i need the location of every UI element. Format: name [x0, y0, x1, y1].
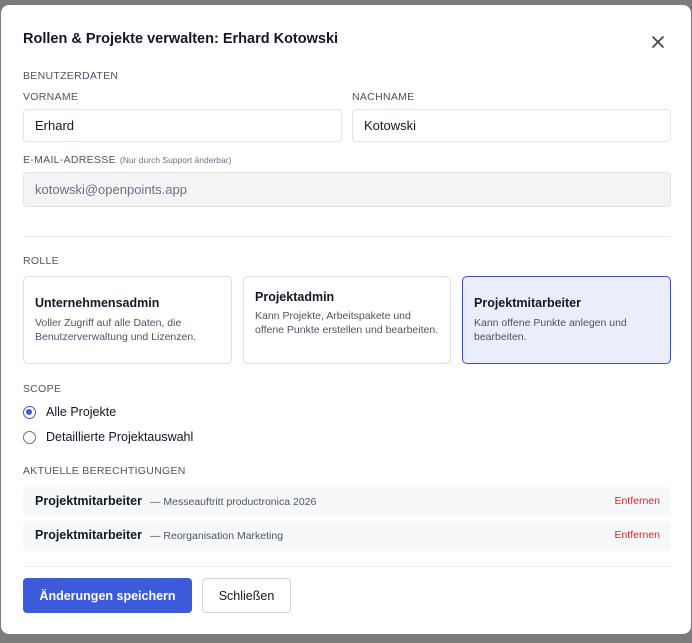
permission-role: Projektmitarbeiter	[35, 528, 142, 542]
close-dialog-button[interactable]: Schließen	[202, 578, 291, 613]
role-card-unternehmensadmin[interactable]: Unternehmensadmin Voller Zugriff auf all…	[23, 276, 232, 364]
email-field: kotowski@openpoints.app	[23, 172, 671, 207]
remove-permission-button[interactable]: Entfernen	[614, 495, 660, 507]
role-name: Projektadmin	[255, 290, 335, 304]
role-name: Projektmitarbeiter	[474, 296, 581, 310]
scope-section-label: SCOPE	[23, 383, 62, 395]
role-name: Unternehmensadmin	[35, 296, 160, 310]
role-description: Kann Projekte, Arbeitspakete und offene …	[255, 310, 439, 336]
role-dialog: Rollen & Projekte verwalten: Erhard Koto…	[1, 5, 691, 634]
permission-project: — Messeauftritt productronica 2026	[150, 496, 317, 508]
permission-role: Projektmitarbeiter	[35, 494, 142, 508]
role-description: Voller Zugriff auf alle Daten, die Benut…	[35, 317, 197, 343]
scope-option-detailed-selection[interactable]: Detaillierte Projektauswahl	[23, 430, 193, 444]
scope-option-label: Detaillierte Projektauswahl	[46, 430, 194, 444]
scope-option-label: Alle Projekte	[46, 405, 117, 419]
role-card-projektadmin[interactable]: Projektadmin Kann Projekte, Arbeitspaket…	[243, 276, 451, 364]
first-name-field[interactable]: Erhard	[23, 109, 342, 142]
email-label-text: E-MAIL-ADRESSE	[23, 154, 116, 166]
last-name-field[interactable]: Kotowski	[352, 109, 671, 142]
scope-option-all-projects[interactable]: Alle Projekte	[23, 405, 116, 419]
role-card-projektmitarbeiter[interactable]: Projektmitarbeiter Kann offene Punkte an…	[462, 276, 671, 364]
first-name-label: VORNAME	[23, 91, 79, 103]
role-description: Kann offene Punkte anlegen und bearbeite…	[474, 317, 627, 343]
radio-unchecked[interactable]	[23, 430, 36, 444]
permission-row: Projektmitarbeiter — Messeauftritt produ…	[23, 487, 671, 517]
remove-permission-button[interactable]: Entfernen	[614, 529, 660, 541]
role-section-label: ROLLE	[23, 255, 59, 267]
radio-checked[interactable]	[23, 405, 36, 419]
save-button[interactable]: Änderungen speichern	[23, 578, 192, 613]
permissions-section-label: AKTUELLE BERECHTIGUNGEN	[23, 465, 186, 477]
close-icon	[652, 36, 664, 48]
dialog-title: Rollen & Projekte verwalten: Erhard Koto…	[23, 31, 339, 47]
last-name-label: NACHNAME	[352, 91, 415, 103]
permission-project: — Reorganisation Marketing	[150, 530, 284, 542]
user-data-section-label: BENUTZERDATEN	[23, 70, 119, 82]
close-button[interactable]	[647, 31, 669, 53]
email-label: E-MAIL-ADRESSE (Nur durch Support änderba…	[23, 154, 231, 166]
divider	[23, 236, 671, 237]
email-hint: (Nur durch Support änderbar)	[119, 155, 232, 165]
divider	[23, 566, 671, 567]
permission-row: Projektmitarbeiter — Reorganisation Mark…	[23, 521, 671, 551]
